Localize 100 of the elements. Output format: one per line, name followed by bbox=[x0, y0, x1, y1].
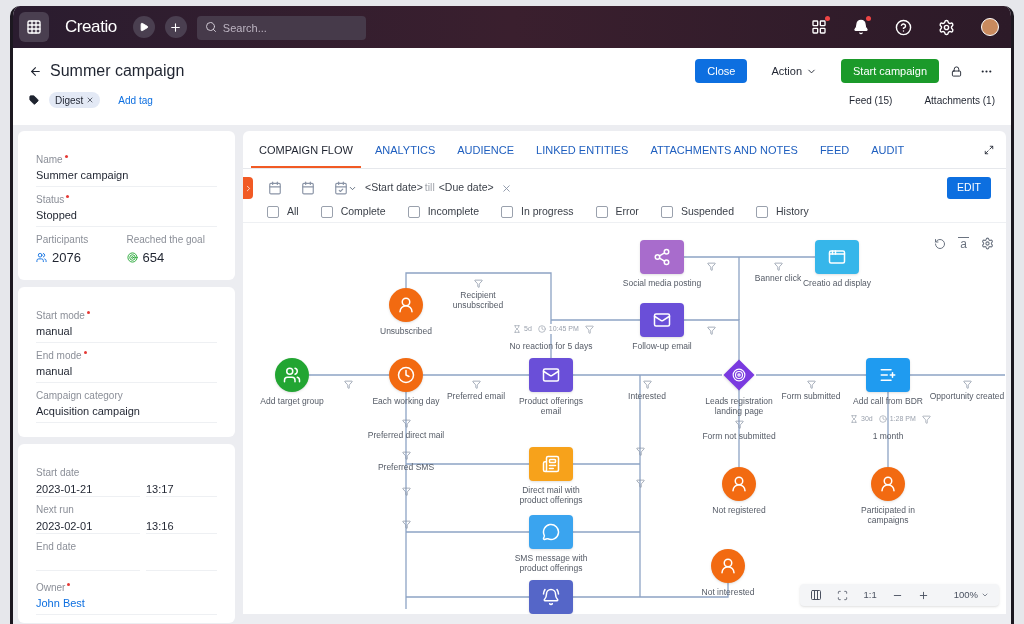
checkbox-label[interactable]: Complete bbox=[340, 203, 386, 220]
checkbox-label[interactable]: Incomplete bbox=[427, 203, 479, 220]
header-link[interactable]: Attachments (1) bbox=[924, 92, 995, 108]
edit-button[interactable]: EDIT bbox=[947, 177, 991, 199]
remove-icon[interactable] bbox=[86, 96, 95, 104]
apps-icon[interactable] bbox=[811, 19, 827, 35]
bell-icon[interactable] bbox=[853, 19, 869, 35]
filter-icon[interactable] bbox=[401, 419, 411, 428]
map-icon[interactable] bbox=[810, 589, 823, 601]
field-value[interactable]: Acquisition campaign bbox=[36, 404, 217, 418]
tab[interactable]: AUDIT bbox=[863, 134, 913, 168]
date-field[interactable]: 2023-01-21 bbox=[36, 480, 140, 497]
checkbox[interactable] bbox=[756, 205, 768, 218]
filter-icon[interactable] bbox=[706, 326, 716, 335]
checkbox-label[interactable]: All bbox=[287, 203, 299, 220]
flow-node[interactable] bbox=[815, 240, 859, 274]
checkbox[interactable] bbox=[320, 205, 333, 218]
filter-icon[interactable] bbox=[343, 380, 353, 389]
flow-node[interactable] bbox=[529, 580, 573, 614]
flow-node[interactable] bbox=[711, 549, 745, 583]
back-arrow-icon[interactable] bbox=[29, 64, 42, 78]
filter-icon[interactable] bbox=[642, 380, 652, 389]
condition-label: Preferred direct mail bbox=[367, 430, 445, 440]
app-menu-button[interactable] bbox=[19, 12, 49, 42]
header-button[interactable]: Start campaign bbox=[841, 59, 939, 83]
filter-icon[interactable] bbox=[635, 479, 645, 488]
flow-node[interactable] bbox=[529, 358, 573, 392]
time-field[interactable]: 13:17 bbox=[146, 480, 217, 497]
owner-link[interactable]: John Best bbox=[36, 596, 217, 610]
field-value[interactable]: Summer campaign bbox=[36, 169, 217, 182]
filter-icon[interactable] bbox=[401, 487, 411, 496]
flow-node[interactable] bbox=[389, 288, 423, 322]
fit-icon[interactable] bbox=[837, 589, 849, 601]
due-date-placeholder[interactable]: <Due date> bbox=[438, 180, 494, 196]
field-value[interactable]: Stopped bbox=[36, 209, 217, 222]
checkbox[interactable] bbox=[407, 205, 420, 218]
tab[interactable]: ATTACHMENTS AND NOTES bbox=[642, 134, 806, 168]
clear-icon[interactable] bbox=[500, 182, 512, 194]
tab[interactable]: AUDIENCE bbox=[449, 134, 523, 168]
zoom-in-icon[interactable] bbox=[917, 589, 929, 601]
add-tag-link[interactable]: Add tag bbox=[118, 92, 153, 108]
flow-node[interactable] bbox=[866, 358, 910, 392]
filter-icon[interactable] bbox=[635, 447, 645, 456]
filter-icon[interactable] bbox=[773, 262, 783, 271]
filter-icon[interactable] bbox=[401, 451, 411, 460]
header-button[interactable]: Action bbox=[759, 59, 829, 83]
side-panel-toggle[interactable] bbox=[243, 177, 253, 199]
label-tool-button[interactable]: a bbox=[958, 237, 969, 250]
filter-icon[interactable] bbox=[962, 380, 972, 389]
run-button[interactable] bbox=[132, 16, 155, 38]
time-field[interactable]: 13:16 bbox=[146, 517, 217, 534]
tab[interactable]: LINKED ENTITIES bbox=[528, 134, 637, 168]
calendar-icon[interactable] bbox=[301, 181, 315, 195]
checkbox[interactable] bbox=[501, 205, 513, 218]
filter-icon[interactable] bbox=[473, 279, 483, 288]
add-button[interactable] bbox=[164, 16, 187, 38]
tab[interactable]: COMPAIGN FLOW bbox=[251, 134, 361, 168]
calendar-icon[interactable] bbox=[268, 181, 282, 195]
filter-icon[interactable] bbox=[806, 380, 816, 389]
tag-chip[interactable]: Digest bbox=[49, 92, 101, 108]
tab[interactable]: FEED bbox=[811, 134, 858, 168]
flow-node[interactable] bbox=[275, 358, 309, 392]
filter-icon[interactable] bbox=[471, 380, 481, 389]
filter-icon[interactable] bbox=[734, 420, 744, 429]
undo-icon[interactable] bbox=[934, 237, 947, 250]
header-button[interactable]: Close bbox=[695, 59, 748, 83]
checkbox[interactable] bbox=[267, 205, 279, 218]
filter-icon[interactable] bbox=[401, 520, 411, 529]
flow-node[interactable] bbox=[722, 467, 756, 501]
field-value[interactable]: manual bbox=[36, 324, 217, 338]
zoom-level-dropdown[interactable]: 100% bbox=[953, 587, 989, 603]
checkbox[interactable] bbox=[660, 205, 673, 218]
filter-icon[interactable] bbox=[921, 414, 931, 424]
checkbox-label[interactable]: History bbox=[776, 203, 809, 220]
flow-node[interactable] bbox=[529, 515, 573, 549]
search-field[interactable]: Search... bbox=[196, 16, 366, 40]
logo[interactable]: Creatio bbox=[65, 14, 117, 40]
flow-node[interactable] bbox=[389, 358, 423, 392]
tab[interactable]: ANALYTICS bbox=[366, 134, 444, 168]
flow-node[interactable] bbox=[529, 447, 573, 481]
checkbox-label[interactable]: In progress bbox=[521, 203, 574, 220]
help-icon[interactable] bbox=[895, 18, 912, 36]
checkbox[interactable] bbox=[595, 205, 608, 218]
header-link[interactable]: Feed (15) bbox=[849, 92, 893, 108]
start-date-placeholder[interactable]: <Start date> bbox=[365, 180, 423, 196]
flow-node[interactable] bbox=[871, 467, 905, 501]
avatar[interactable] bbox=[981, 18, 999, 36]
field-value[interactable]: manual bbox=[36, 364, 217, 378]
calendar-check-icon[interactable] bbox=[334, 181, 348, 195]
checkbox-label[interactable]: Error bbox=[615, 203, 639, 220]
flow-node[interactable] bbox=[640, 240, 684, 274]
flow-node[interactable] bbox=[640, 303, 684, 337]
actual-size-button[interactable]: 1:1 bbox=[863, 587, 877, 603]
filter-icon[interactable] bbox=[706, 262, 716, 271]
checkbox-label[interactable]: Suspended bbox=[680, 203, 734, 220]
lock-icon[interactable] bbox=[951, 65, 962, 77]
filter-icon[interactable] bbox=[584, 324, 594, 334]
share-icon bbox=[653, 248, 671, 266]
expand-icon[interactable] bbox=[984, 145, 994, 155]
date-field[interactable]: 2023-02-01 bbox=[36, 517, 140, 534]
